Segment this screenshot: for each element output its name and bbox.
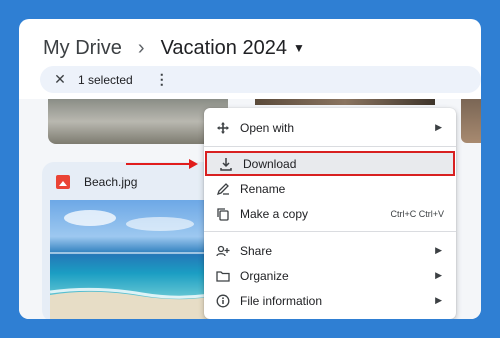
annotation-arrow-head bbox=[189, 159, 198, 169]
chevron-right-icon: ▶ bbox=[435, 295, 442, 305]
file-card-header: Beach.jpg bbox=[56, 175, 137, 189]
share-icon bbox=[216, 244, 230, 258]
breadcrumb: My Drive › Vacation 2024 ▼ bbox=[43, 29, 305, 67]
drive-window: My Drive › Vacation 2024 ▼ ✕ 1 selected … bbox=[19, 19, 481, 319]
download-icon bbox=[219, 157, 233, 171]
menu-divider bbox=[204, 231, 456, 232]
menu-item-download[interactable]: Download bbox=[205, 151, 455, 176]
breadcrumb-my-drive[interactable]: My Drive bbox=[43, 37, 122, 60]
menu-item-rename[interactable]: Rename bbox=[204, 176, 456, 201]
menu-item-label: Rename bbox=[240, 181, 286, 196]
file-thumbnail[interactable] bbox=[48, 99, 228, 144]
caret-down-icon: ▼ bbox=[292, 41, 305, 55]
menu-item-share[interactable]: Share ▶ bbox=[204, 238, 456, 263]
menu-item-file-information[interactable]: File information ▶ bbox=[204, 288, 456, 313]
menu-item-label: Share bbox=[240, 243, 273, 258]
selection-bar: ✕ 1 selected ⋮ bbox=[40, 66, 481, 93]
menu-item-label: File information bbox=[240, 293, 323, 308]
clear-selection-icon[interactable]: ✕ bbox=[46, 71, 74, 88]
open-with-icon bbox=[216, 121, 230, 135]
breadcrumb-separator: › bbox=[137, 36, 145, 59]
folder-title: Vacation 2024 bbox=[160, 36, 287, 59]
menu-item-shortcut: Ctrl+C Ctrl+V bbox=[390, 208, 444, 219]
image-file-icon bbox=[56, 175, 70, 189]
info-icon bbox=[216, 294, 230, 308]
chevron-right-icon: ▶ bbox=[435, 270, 442, 280]
folder-icon bbox=[216, 269, 230, 283]
menu-item-make-a-copy[interactable]: Make a copy Ctrl+C Ctrl+V bbox=[204, 201, 456, 226]
copy-icon bbox=[216, 207, 230, 221]
more-actions-icon[interactable]: ⋮ bbox=[155, 71, 169, 88]
annotation-arrow-line bbox=[126, 163, 192, 165]
file-name: Beach.jpg bbox=[84, 175, 138, 189]
selection-count: 1 selected bbox=[78, 72, 133, 87]
menu-item-label: Download bbox=[243, 156, 297, 171]
context-menu: Open with ▶ Download Rename Make a copy … bbox=[204, 108, 456, 319]
menu-item-organize[interactable]: Organize ▶ bbox=[204, 263, 456, 288]
breadcrumb-current-folder[interactable]: Vacation 2024 ▼ bbox=[161, 37, 305, 60]
chevron-right-icon: ▶ bbox=[435, 245, 442, 255]
file-thumbnail[interactable] bbox=[461, 99, 481, 143]
menu-divider bbox=[204, 146, 456, 147]
menu-item-label: Organize bbox=[240, 268, 289, 283]
menu-item-open-with[interactable]: Open with ▶ bbox=[204, 115, 456, 140]
file-thumbnail[interactable] bbox=[255, 99, 435, 105]
menu-item-label: Make a copy bbox=[240, 206, 309, 221]
chevron-right-icon: ▶ bbox=[435, 122, 442, 132]
menu-item-label: Open with bbox=[240, 120, 295, 135]
rename-icon bbox=[216, 182, 230, 196]
